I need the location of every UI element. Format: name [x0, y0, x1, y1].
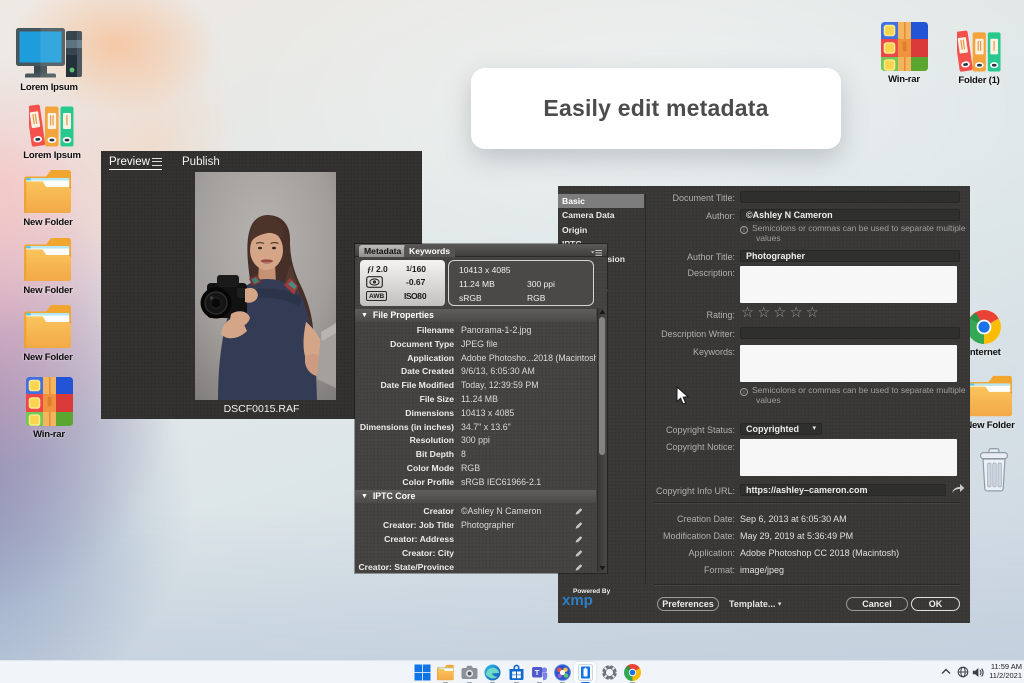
- svg-text:T: T: [535, 668, 540, 677]
